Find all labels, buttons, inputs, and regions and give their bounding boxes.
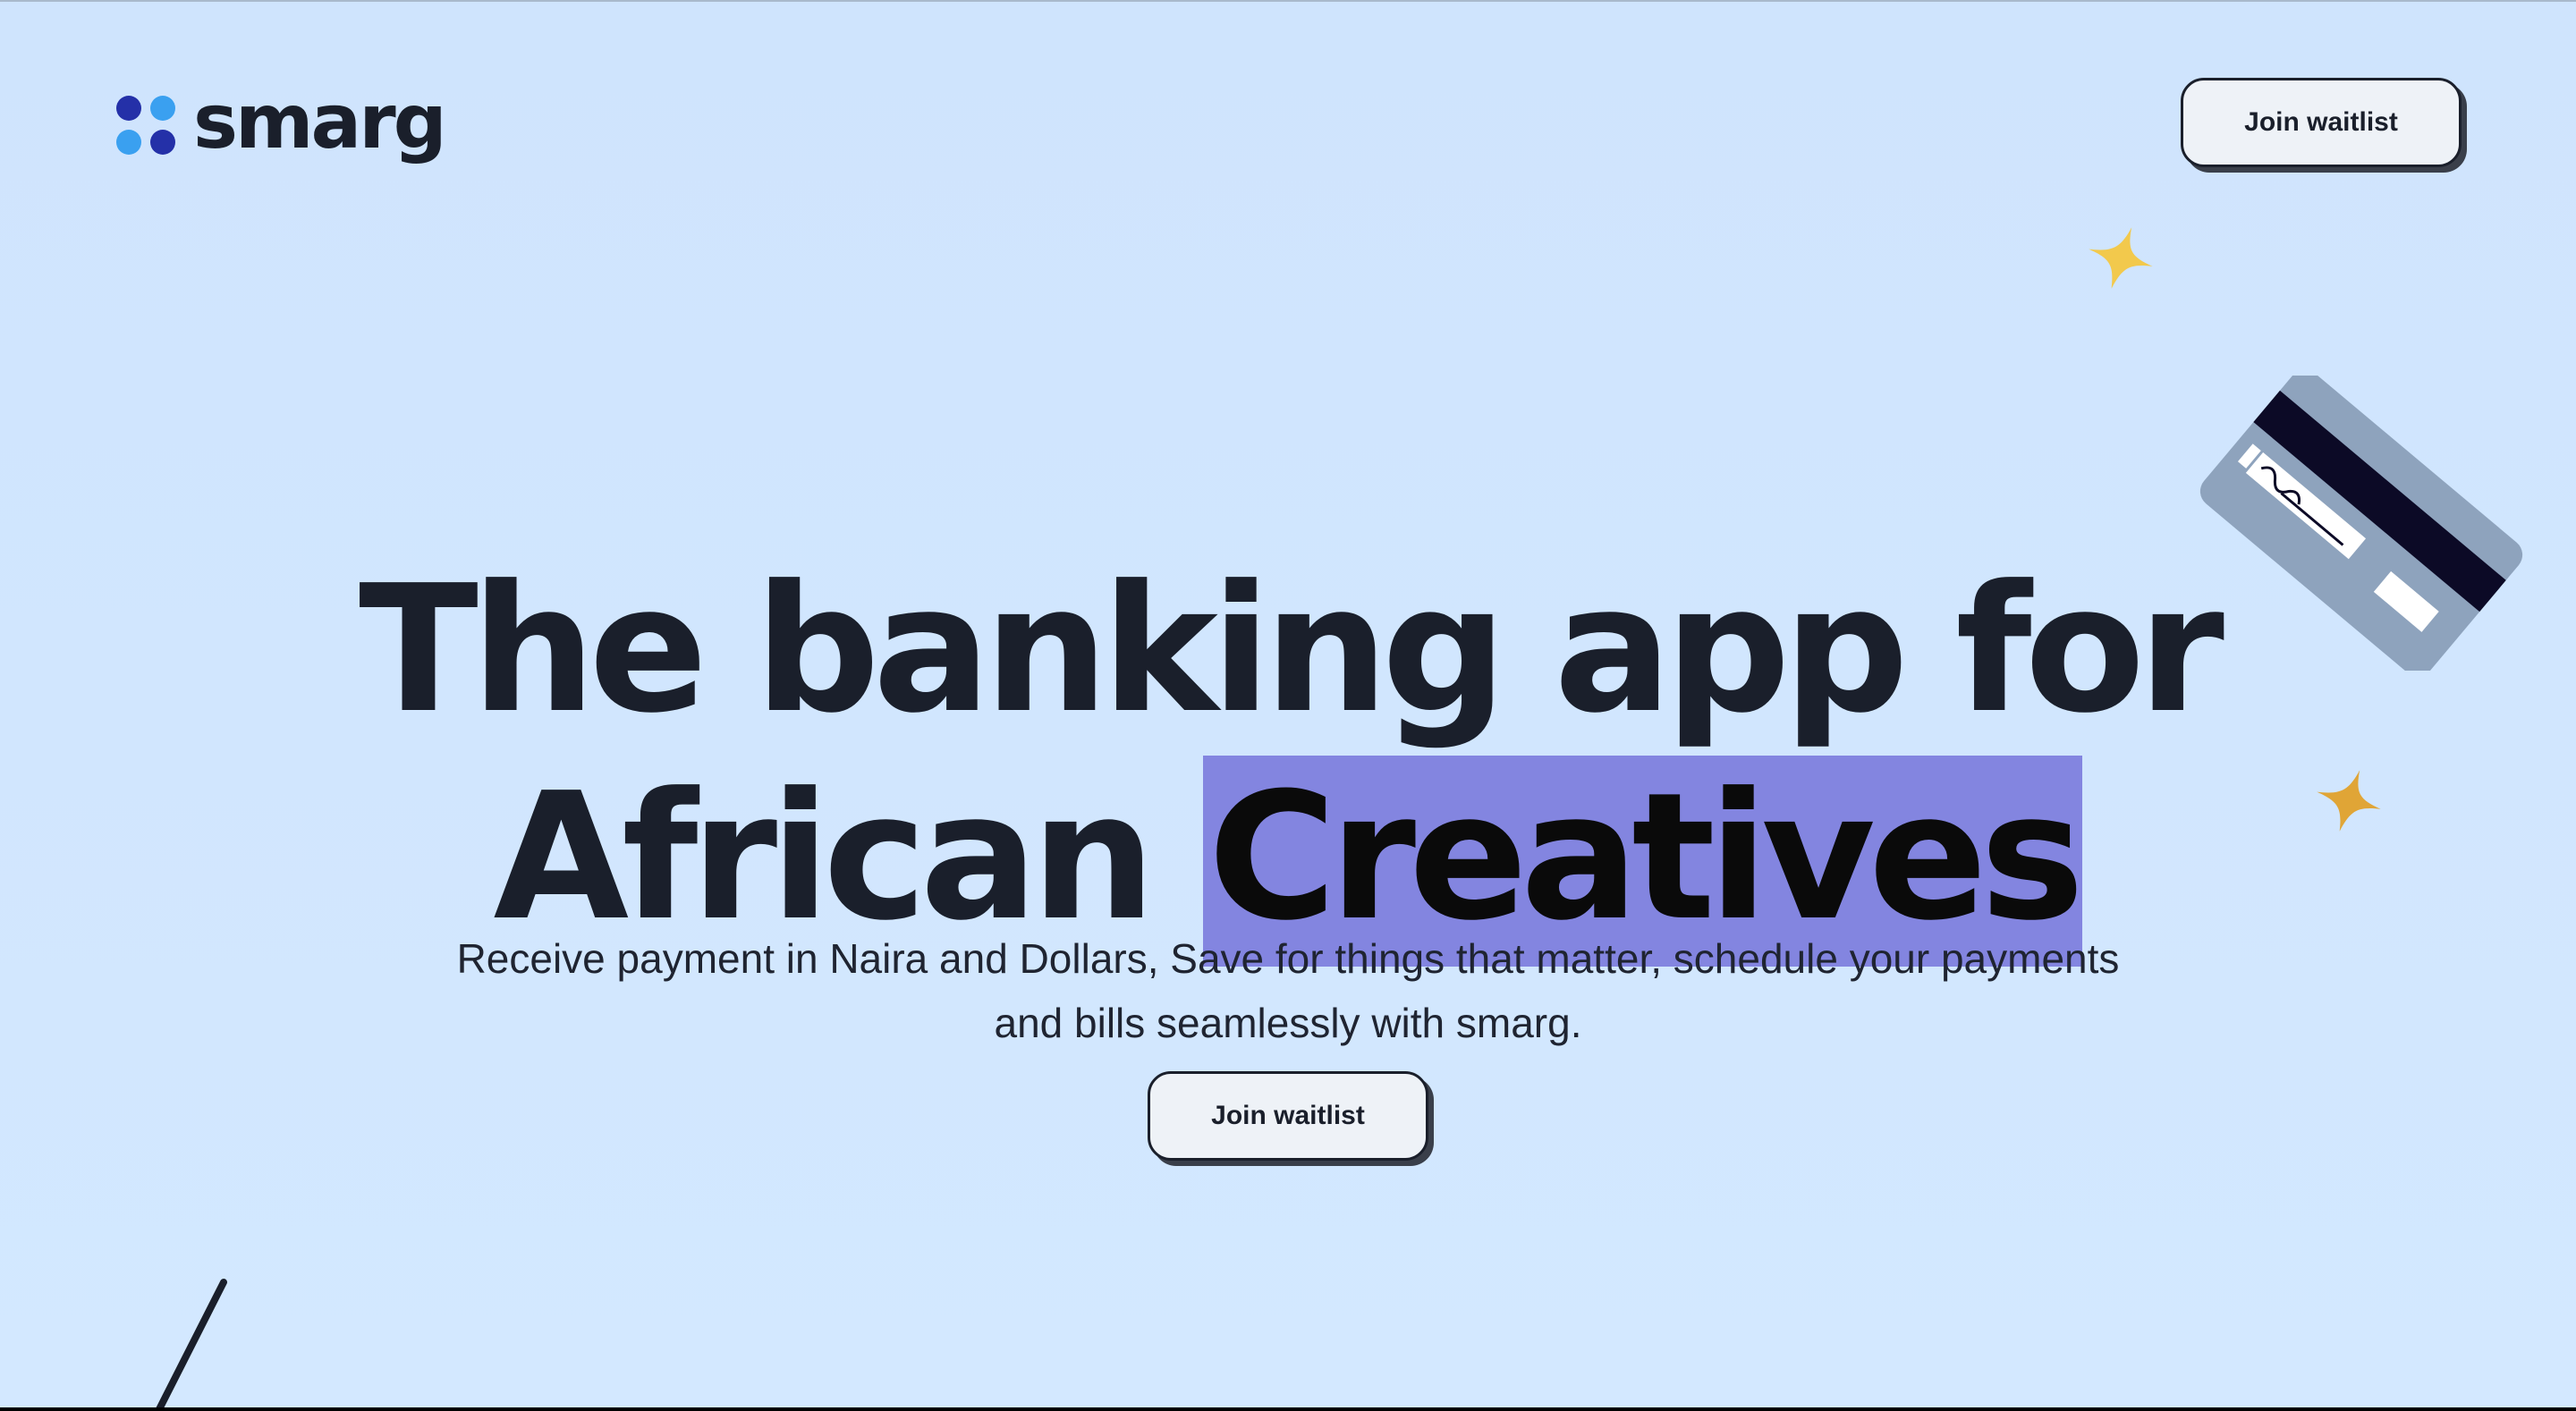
landing-page: smarg Join waitlist The banking app for … — [0, 0, 2576, 1407]
subtitle-line-1: Receive payment in Naira and Dollars, Sa… — [456, 935, 2120, 982]
join-waitlist-header-button[interactable]: Join waitlist — [2181, 78, 2462, 167]
pen-icon — [156, 1279, 227, 1407]
logo-text: smarg — [193, 78, 447, 165]
hero-headline: The banking app for African Creatives — [0, 546, 2576, 967]
logo[interactable]: smarg — [116, 78, 447, 166]
subtitle-line-2: and bills seamlessly with smarg. — [994, 1000, 1582, 1046]
headline-line-1: The banking app for — [359, 548, 2224, 753]
join-waitlist-hero-button[interactable]: Join waitlist — [1148, 1071, 1428, 1161]
star-icon — [2089, 227, 2153, 289]
top-border — [0, 0, 2576, 2]
logo-dots-icon — [116, 96, 177, 156]
hero-subtitle: Receive payment in Naira and Dollars, Sa… — [0, 926, 2576, 1055]
